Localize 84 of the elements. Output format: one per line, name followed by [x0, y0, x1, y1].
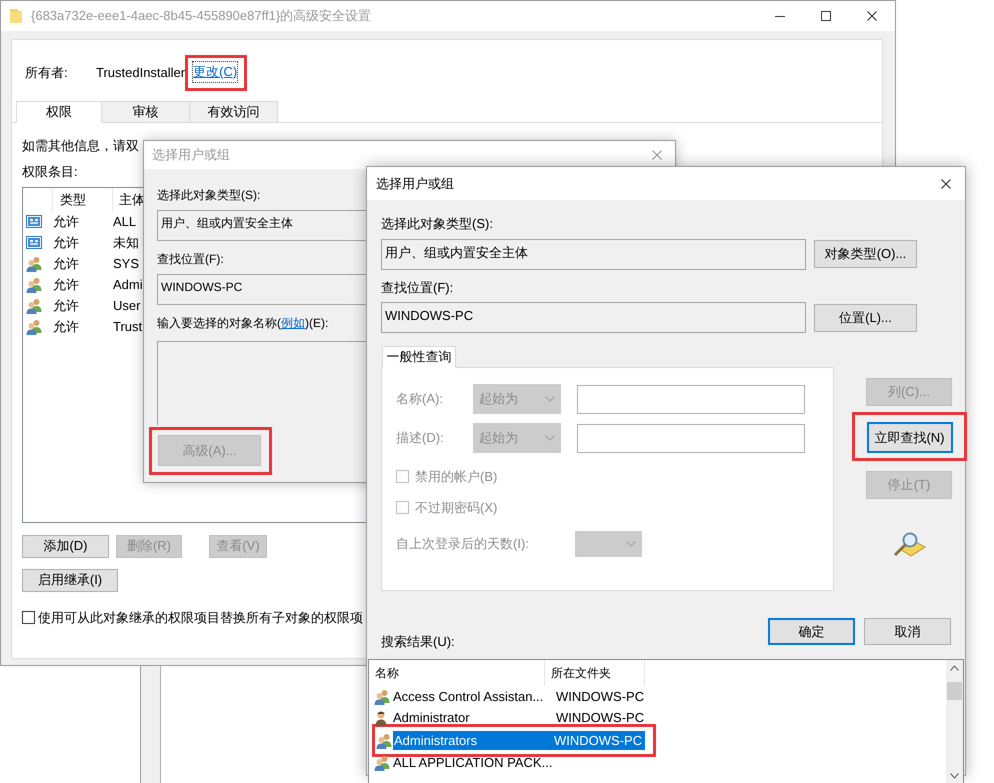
tab[interactable]: 有效访问 — [189, 100, 278, 122]
checkbox-label: 使用可从此对象继承的权限项目替换所有子对象的权限项 — [38, 608, 363, 626]
name-cell[interactable]: ALL APPLICATION PACK... — [392, 752, 550, 772]
ok-button[interactable]: 确定 — [768, 618, 855, 645]
owner-label: 所有者: — [25, 64, 69, 82]
close-icon — [941, 178, 951, 188]
users-icon — [374, 688, 390, 704]
type-cell-text: 允许 — [53, 234, 80, 252]
tab[interactable]: 审核 — [101, 100, 190, 122]
principal-cell-text: Trust — [113, 318, 142, 336]
button[interactable]: 立即查找(N) — [866, 422, 952, 453]
dialog-title: 选择用户或组 — [152, 146, 230, 164]
object-types-button[interactable]: 对象类型(O)... — [814, 240, 917, 268]
type-cell-text: 允许 — [53, 276, 80, 294]
search-icon — [892, 531, 926, 559]
caret-icon — [626, 541, 636, 547]
field-label: 自上次登录后的天数(I): — [396, 535, 530, 554]
checkbox-label: 不过期密码(X) — [415, 498, 498, 517]
close-icon — [652, 150, 662, 160]
tab[interactable]: 权限 — [16, 100, 102, 122]
principal-cell-text: Admi — [113, 276, 143, 294]
maximize-icon — [821, 11, 831, 21]
caret-icon — [545, 396, 555, 402]
users-icon — [26, 298, 42, 314]
type-cell-text: 允许 — [53, 318, 80, 336]
object-type-field: 用户、组或内置安全主体 — [157, 210, 366, 241]
window-icon — [26, 235, 42, 251]
name-cell[interactable]: Access Control Assistan... — [392, 686, 550, 706]
folder-cell[interactable]: WINDOWS-PC — [550, 708, 647, 728]
folder-icon — [9, 8, 23, 24]
close-icon — [867, 11, 877, 21]
cancel-button[interactable]: 取消 — [864, 618, 951, 645]
text-field[interactable] — [577, 424, 805, 452]
location-field: WINDOWS-PC — [381, 302, 806, 333]
users-icon — [26, 256, 42, 272]
field-label: 描述(D): — [396, 429, 445, 448]
entries-label: 权限条目: — [22, 163, 78, 181]
checkbox-label: 禁用的帐户(B) — [415, 468, 498, 486]
scroll-down-icon — [950, 773, 959, 779]
add-button[interactable]: 添加(D) — [22, 534, 109, 558]
scroll-thumb[interactable] — [947, 682, 962, 700]
principal-cell-text: 未知 — [113, 234, 139, 252]
users-icon — [26, 319, 42, 335]
principal-cell-text: User — [113, 297, 140, 316]
principal-cell-text: SYS — [113, 255, 140, 274]
object-type-field: 用户、组或内置安全主体 — [381, 238, 806, 270]
checkbox[interactable] — [22, 610, 35, 624]
owner-name: TrustedInstaller — [96, 64, 186, 82]
column-header: 类型 — [53, 188, 113, 212]
locations-button[interactable]: 位置(L)... — [814, 304, 917, 332]
folder-cell[interactable]: WINDOWS-PC — [548, 730, 645, 750]
field-label: 名称(A): — [396, 390, 444, 408]
info-text: 如需其他信息，请双 — [22, 136, 139, 154]
type-cell-text: 允许 — [53, 255, 80, 274]
field-label: 查找位置(F): — [381, 278, 454, 297]
name-cell[interactable]: Administrator — [392, 708, 550, 728]
change-link[interactable]: 更改(C) — [192, 61, 238, 82]
name-cell[interactable]: Administrators — [393, 730, 548, 750]
inherit-button[interactable]: 启用继承(I) — [22, 568, 118, 592]
field-label: 选择此对象类型(S): — [381, 215, 493, 233]
names-field[interactable] — [157, 341, 366, 425]
tab[interactable]: 一般性查询 — [382, 346, 456, 368]
principal-cell-text: ALL — [113, 213, 136, 232]
type-cell-text: 允许 — [53, 297, 80, 316]
users-icon — [26, 277, 42, 293]
caret-icon — [545, 435, 555, 441]
window-icon — [26, 214, 42, 230]
window-title: {683a732e-eee1-4aec-8b45-455890e87ff1}的高级安全设置 — [31, 7, 372, 26]
text-field[interactable] — [577, 384, 805, 414]
field-label: 选择此对象类型(S): — [157, 187, 260, 204]
dialog-title: 选择用户或组 — [376, 174, 454, 193]
type-cell-text: 允许 — [53, 213, 80, 232]
scrollbar[interactable] — [946, 660, 963, 783]
users-icon — [376, 732, 392, 748]
scroll-up-icon — [950, 665, 959, 671]
results-label: 搜索结果(U): — [381, 632, 455, 651]
location-field: WINDOWS-PC — [157, 274, 366, 305]
field-label: 输入要选择的对象名称(例如)(E): — [157, 315, 328, 332]
users-icon — [374, 754, 390, 770]
column-header: 所在文件夹 — [545, 660, 645, 686]
example-link[interactable]: 例如 — [281, 316, 305, 330]
field-label: 查找位置(F): — [157, 251, 224, 268]
folder-cell[interactable]: WINDOWS-PC — [550, 686, 647, 706]
column-header: 名称 — [369, 660, 545, 686]
